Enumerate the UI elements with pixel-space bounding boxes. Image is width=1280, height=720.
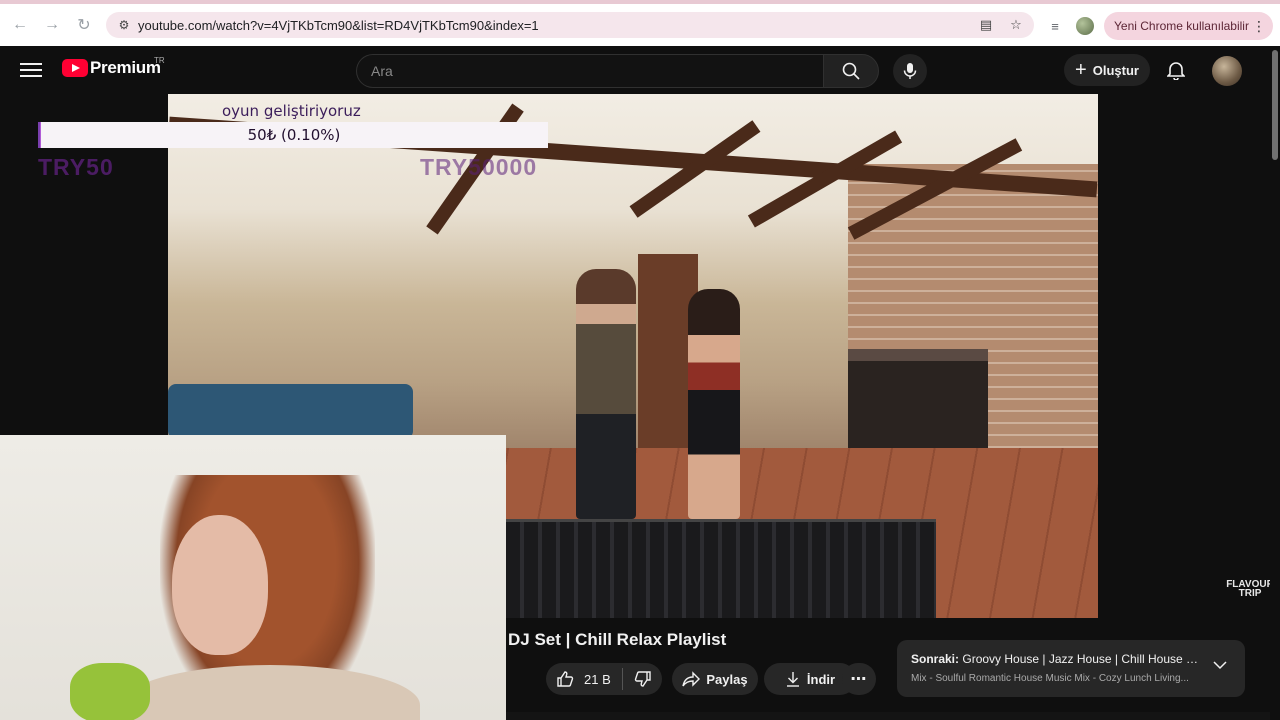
youtube-header: Premium TR Ara + Oluştur	[0, 46, 1280, 94]
account-avatar[interactable]	[1212, 56, 1242, 86]
content-edge	[506, 712, 1270, 720]
scrollbar-thumb[interactable]	[1272, 50, 1278, 160]
up-next-prefix: Sonraki:	[911, 652, 960, 666]
site-info-icon[interactable]: ⚙	[114, 15, 134, 35]
address-bar[interactable]: ⚙ youtube.com/watch?v=4VjTKbTcm90&list=R…	[106, 12, 1034, 38]
scene-dj-deck	[506, 519, 936, 618]
plus-icon: +	[1075, 59, 1087, 81]
forward-icon[interactable]: →	[36, 9, 68, 41]
up-next-title: Sonraki: Groovy House | Jazz House | Chi…	[911, 652, 1201, 666]
donation-min-label: TRY50	[38, 154, 114, 180]
back-icon[interactable]: ←	[4, 9, 36, 41]
scene-fireplace	[848, 349, 988, 454]
voice-search-button[interactable]	[893, 54, 927, 88]
donation-goal-title: oyun geliştiriyoruz	[222, 102, 361, 120]
donation-max-label: TRY50000	[420, 154, 538, 180]
up-next-subtitle: Mix - Soulful Romantic House Music Mix -…	[911, 673, 1189, 684]
logo-text: Premium	[90, 58, 161, 77]
webcam-overlay	[0, 435, 506, 720]
like-count: 21 B	[584, 671, 611, 687]
media-queue-icon[interactable]: ≡	[1044, 15, 1066, 37]
url-text[interactable]: youtube.com/watch?v=4VjTKbTcm90&list=RD4…	[138, 18, 539, 33]
install-app-icon[interactable]: ▤	[976, 15, 996, 35]
dislike-button[interactable]	[623, 663, 662, 695]
webcam-person-face	[172, 515, 268, 655]
more-actions-button[interactable]: ⋯	[842, 663, 876, 695]
microphone-icon	[903, 63, 917, 79]
youtube-play-icon	[62, 59, 88, 77]
like-button[interactable]: 21 B	[546, 663, 622, 695]
up-next-card[interactable]: Sonraki: Groovy House | Jazz House | Chi…	[897, 640, 1245, 697]
scene-person-woman	[688, 289, 740, 519]
search-button[interactable]	[823, 54, 879, 88]
like-dislike-group: 21 B	[546, 663, 662, 695]
reload-icon[interactable]: ↻	[68, 9, 100, 41]
up-next-video-title: Groovy House | Jazz House | Chill House …	[962, 652, 1201, 666]
more-horizontal-icon: ⋯	[850, 671, 868, 688]
create-button[interactable]: + Oluştur	[1064, 54, 1150, 86]
video-title: DJ Set | Chill Relax Playlist	[508, 630, 727, 649]
bookmark-star-icon[interactable]: ☆	[1006, 15, 1026, 35]
thumbs-down-icon	[634, 671, 651, 687]
browser-toolbar: ← → ↻ ⚙ youtube.com/watch?v=4VjTKbTcm90&…	[0, 0, 1280, 46]
chrome-menu-icon[interactable]: ⋮	[1252, 18, 1266, 35]
chrome-update-button[interactable]: Yeni Chrome kullanılabilir ⋮	[1104, 12, 1273, 40]
download-label: İndir	[806, 671, 836, 687]
menu-icon[interactable]	[20, 60, 42, 80]
youtube-logo[interactable]: Premium TR	[62, 56, 165, 78]
donation-progress-text: 50₺ (0.10%)	[247, 126, 341, 144]
thumbs-up-icon	[557, 671, 574, 687]
scene-sofa	[168, 384, 413, 439]
donation-progress-bar: 50₺ (0.10%)	[38, 122, 548, 148]
create-label: Oluştur	[1092, 62, 1139, 78]
search-icon	[842, 62, 860, 80]
chrome-update-label: Yeni Chrome kullanılabilir	[1114, 19, 1249, 33]
scene-person-man	[576, 269, 636, 519]
logo-region: TR	[154, 56, 165, 65]
search-input[interactable]: Ara	[356, 54, 824, 88]
screen: ← → ↻ ⚙ youtube.com/watch?v=4VjTKbTcm90&…	[0, 0, 1280, 720]
page-scrollbar[interactable]	[1270, 46, 1280, 720]
share-icon	[682, 671, 701, 687]
share-label: Paylaş	[706, 671, 748, 687]
profile-icon[interactable]	[1076, 17, 1094, 35]
search-placeholder: Ara	[371, 63, 393, 79]
webcam-plush-toy	[70, 663, 150, 720]
chevron-down-icon[interactable]	[1213, 660, 1227, 670]
notifications-bell-icon[interactable]	[1164, 58, 1188, 82]
download-icon	[786, 672, 799, 687]
share-button[interactable]: Paylaş	[672, 663, 758, 695]
